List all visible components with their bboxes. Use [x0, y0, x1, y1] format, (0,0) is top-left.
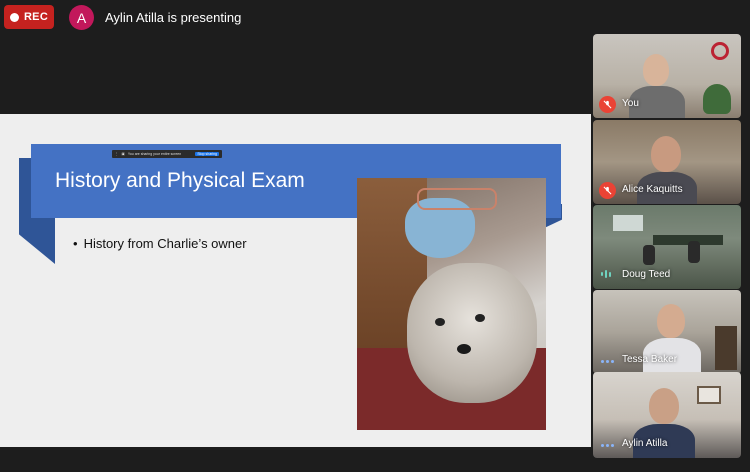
participant-name: Aylin Atilla: [622, 438, 668, 449]
share-bar-message: You are sharing your entire screen: [127, 152, 182, 156]
participant-tile[interactable]: Alice Kaquitts: [593, 120, 741, 204]
bookshelf: [715, 326, 737, 370]
share-screen-icon: ▣: [121, 152, 125, 156]
speaking-indicator-icon: [601, 270, 611, 278]
slide-bullet: • History from Charlie’s owner: [73, 236, 247, 251]
wall-frame: [697, 386, 721, 404]
presenter-avatar: A: [69, 5, 94, 30]
slide-title: History and Physical Exam: [55, 169, 305, 192]
participant-face: [651, 136, 681, 172]
classroom-window: [613, 215, 643, 231]
participant-face: [643, 54, 669, 86]
participant-face: [657, 304, 685, 338]
participant-name: Doug Teed: [622, 269, 671, 280]
classroom-person: [643, 245, 655, 265]
screen-share-bar: ⋮ ▣ You are sharing your entire screen S…: [112, 150, 222, 158]
mic-off-icon: [599, 182, 616, 199]
participant-tile[interactable]: Aylin Atilla: [593, 372, 741, 458]
bullet-dot-icon: •: [73, 236, 78, 251]
photo-dog: [407, 263, 537, 403]
bullet-text: History from Charlie’s owner: [83, 236, 247, 251]
slide-photo: [357, 178, 546, 430]
participant-name: You: [622, 98, 639, 109]
photo-dog-eye: [475, 314, 485, 322]
photo-dog-nose: [457, 344, 471, 354]
photo-glasses: [417, 188, 497, 210]
presenting-status: Aylin Atilla is presenting: [105, 10, 242, 25]
idle-indicator-icon: [601, 360, 614, 363]
participant-tile[interactable]: Doug Teed: [593, 205, 741, 289]
participant-tile[interactable]: You: [593, 34, 741, 118]
classroom-person: [688, 241, 700, 263]
wreath-decoration: [711, 42, 729, 60]
photo-dog-eye: [435, 318, 445, 326]
share-bar-grip-icon: ⋮: [115, 152, 119, 156]
record-dot-icon: [9, 12, 19, 22]
plant-decoration: [703, 84, 731, 114]
participant-name: Alice Kaquitts: [622, 184, 683, 195]
participant-tile[interactable]: Tessa Baker: [593, 290, 741, 374]
stop-sharing-button[interactable]: Stop sharing: [195, 152, 219, 156]
idle-indicator-icon: [601, 444, 614, 447]
shared-screen: History and Physical Exam ⋮ ▣ You are sh…: [0, 114, 591, 447]
mic-off-icon: [599, 96, 616, 113]
recording-label: REC: [23, 11, 49, 23]
participant-face: [649, 388, 679, 424]
participant-name: Tessa Baker: [622, 354, 678, 365]
recording-badge: REC: [4, 5, 54, 29]
